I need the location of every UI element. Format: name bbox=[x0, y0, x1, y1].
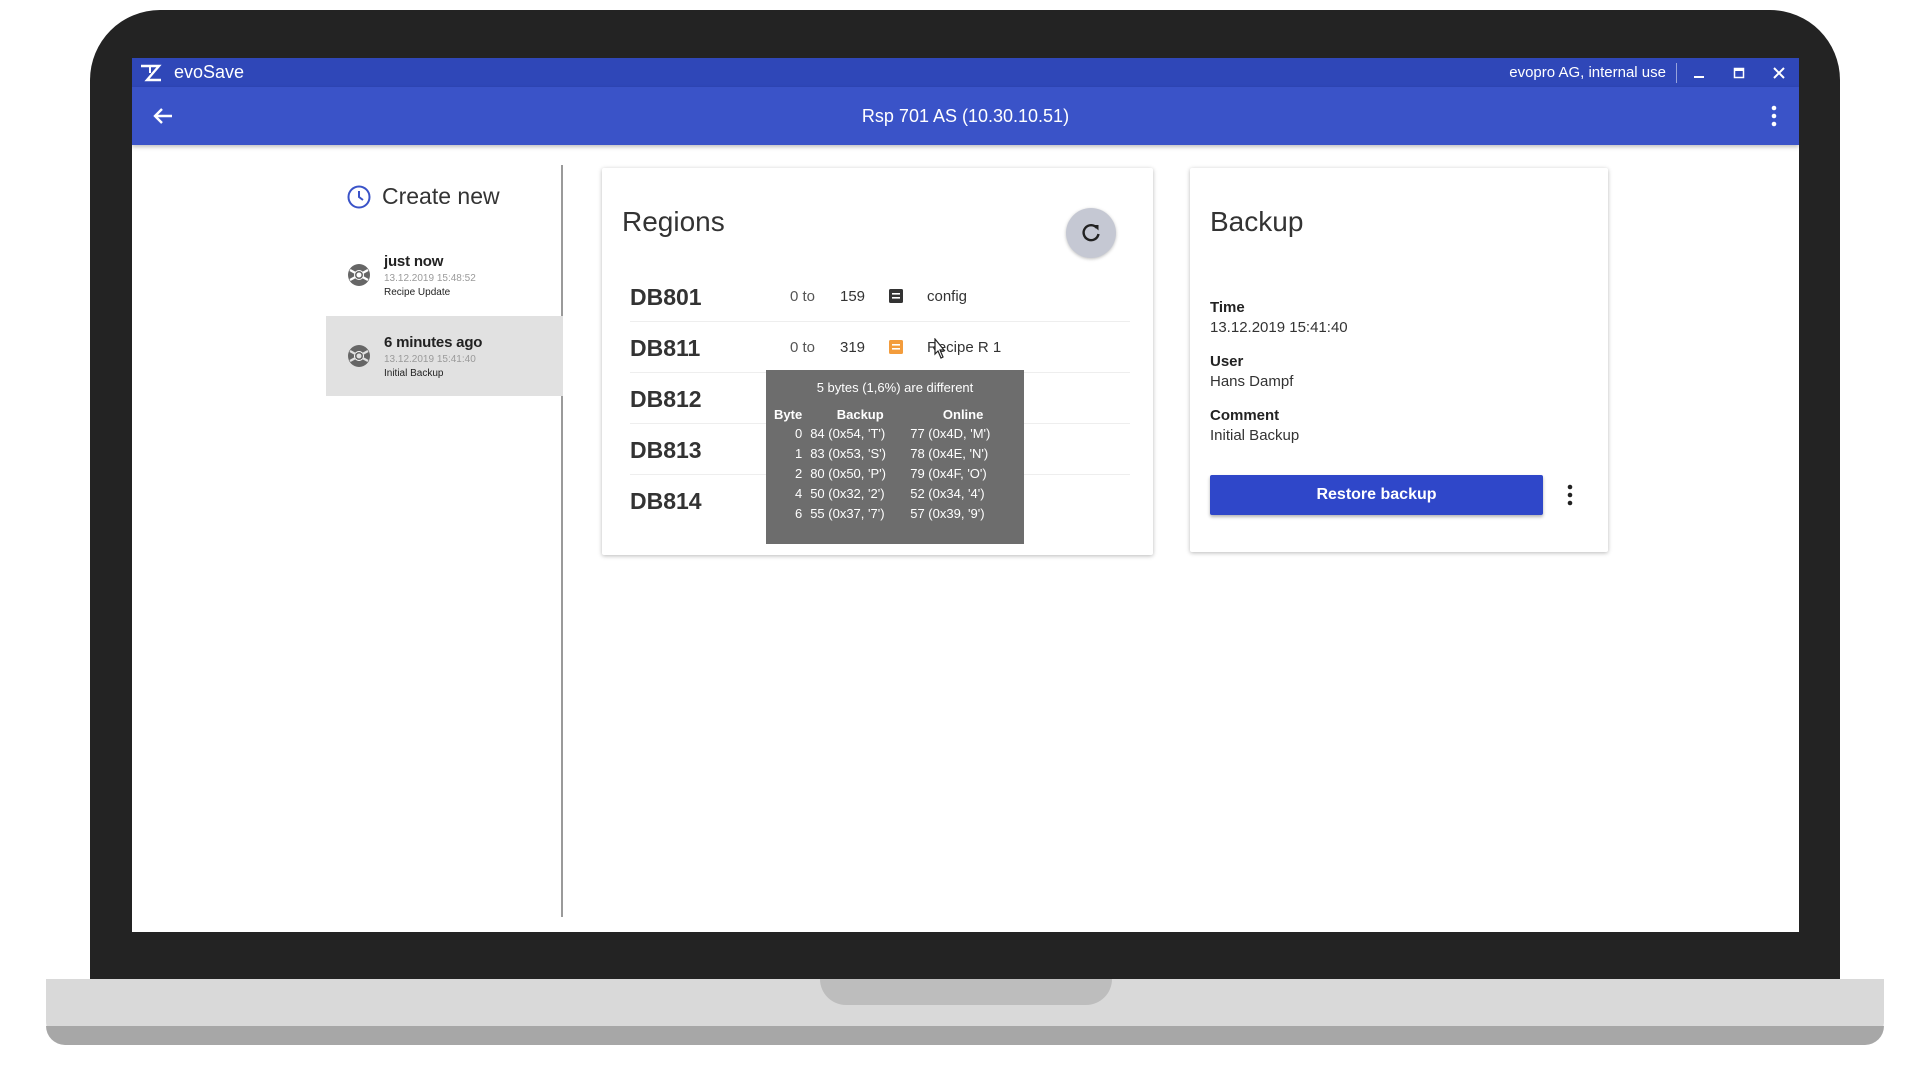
comment-value: Initial Backup bbox=[1210, 427, 1300, 444]
tooltip-header-byte: Byte bbox=[774, 407, 803, 422]
tooltip-header-online: Online bbox=[942, 407, 984, 422]
online-cell: 77 (0x4D, 'M') bbox=[910, 426, 991, 441]
online-cell: 52 (0x34, '4') bbox=[910, 486, 985, 501]
table-row: 6 55 (0x37, '7') 57 (0x39, '9') bbox=[774, 504, 1016, 524]
user-value: Hans Dampf bbox=[1210, 373, 1294, 390]
warning-document-icon[interactable] bbox=[888, 339, 904, 355]
byte-cell: 6 bbox=[794, 506, 803, 521]
tooltip-title: 5 bytes (1,6%) are different bbox=[816, 380, 974, 395]
laptop-notch bbox=[820, 979, 1112, 1005]
history-item-time: 13.12.2019 15:48:52 bbox=[384, 272, 476, 284]
table-row: 2 80 (0x50, 'P') 79 (0x4F, 'O') bbox=[774, 464, 1016, 484]
mouse-pointer-icon bbox=[934, 338, 946, 359]
history-item-desc: Recipe Update bbox=[384, 286, 451, 298]
close-window-button[interactable] bbox=[1759, 58, 1799, 87]
region-row-db801[interactable]: DB801 0 to 159 config bbox=[630, 270, 1130, 322]
table-row: 4 50 (0x32, '2') 52 (0x34, '4') bbox=[774, 484, 1016, 504]
comment-label: Comment bbox=[1210, 407, 1280, 424]
titlebar-separator bbox=[1676, 62, 1677, 83]
time-value: 13.12.2019 15:41:40 bbox=[1210, 319, 1348, 336]
region-from: 0 to bbox=[790, 339, 816, 356]
byte-cell: 2 bbox=[794, 466, 803, 481]
table-row: 1 83 (0x53, 'S') 78 (0x4E, 'N') bbox=[774, 444, 1016, 464]
backup-cell: 80 (0x50, 'P') bbox=[810, 466, 886, 481]
region-from: 0 to bbox=[790, 288, 816, 305]
region-name: DB813 bbox=[630, 437, 702, 463]
byte-cell: 1 bbox=[794, 446, 803, 461]
maximize-icon bbox=[1733, 67, 1745, 78]
refresh-icon bbox=[1082, 223, 1100, 242]
lifebuoy-icon bbox=[348, 264, 370, 286]
refresh-button[interactable] bbox=[1066, 208, 1116, 258]
history-item-just-now[interactable]: just now 13.12.2019 15:48:52 Recipe Upda… bbox=[326, 235, 563, 315]
region-to: 319 bbox=[840, 339, 866, 356]
byte-diff-table: Byte Backup Online 0 84 (0x54, 'T') 77 (… bbox=[774, 407, 1016, 524]
backup-cell: 55 (0x37, '7') bbox=[810, 506, 885, 521]
lifebuoy-icon bbox=[348, 345, 370, 367]
history-item-title: just now bbox=[384, 252, 444, 270]
minimize-button[interactable] bbox=[1679, 58, 1719, 87]
close-icon bbox=[1773, 66, 1785, 79]
region-label: config bbox=[927, 288, 968, 305]
byte-diff-tooltip: 5 bytes (1,6%) are different Byte Backup… bbox=[766, 370, 1024, 544]
device-title: Rsp 701 AS (10.30.10.51) bbox=[861, 105, 1070, 126]
user-label: User bbox=[1210, 353, 1244, 370]
backup-cell: 83 (0x53, 'S') bbox=[810, 446, 886, 461]
minimize-icon bbox=[1694, 75, 1704, 78]
document-icon bbox=[889, 289, 903, 303]
maximize-button[interactable] bbox=[1719, 58, 1759, 87]
history-item-time: 13.12.2019 15:41:40 bbox=[384, 353, 476, 365]
app-screen: evoSave evopro AG, internal use Rsp 701 … bbox=[132, 58, 1799, 932]
backup-cell: 50 (0x32, '2') bbox=[810, 486, 885, 501]
time-label: Time bbox=[1210, 299, 1245, 316]
online-cell: 57 (0x39, '9') bbox=[910, 506, 985, 521]
online-cell: 79 (0x4F, 'O') bbox=[910, 466, 987, 481]
backup-more-button[interactable] bbox=[1560, 480, 1580, 510]
app-name: evoSave bbox=[174, 62, 245, 82]
app-bar: Rsp 701 AS (10.30.10.51) bbox=[132, 87, 1799, 145]
more-vertical-icon bbox=[1567, 484, 1573, 506]
company-label: evopro AG, internal use bbox=[1509, 64, 1666, 81]
backup-cell: 84 (0x54, 'T') bbox=[810, 426, 886, 441]
byte-cell: 4 bbox=[794, 486, 803, 501]
create-new-label: Create new bbox=[382, 183, 500, 209]
regions-title: Regions bbox=[622, 206, 725, 237]
restore-backup-button[interactable]: Restore backup bbox=[1210, 475, 1543, 515]
region-name: DB801 bbox=[630, 284, 702, 310]
evosave-logo-icon bbox=[138, 62, 164, 84]
table-row: 0 84 (0x54, 'T') 77 (0x4D, 'M') bbox=[774, 424, 1016, 444]
create-new-button[interactable]: Create new bbox=[346, 183, 500, 210]
byte-cell: 0 bbox=[794, 426, 803, 441]
history-item-desc: Initial Backup bbox=[384, 367, 444, 379]
tooltip-header-backup: Backup bbox=[836, 407, 884, 422]
clock-icon bbox=[347, 185, 371, 208]
region-name: DB812 bbox=[630, 386, 702, 412]
backup-card: Backup Time 13.12.2019 15:41:40 User Han… bbox=[1190, 168, 1608, 552]
history-item-6-minutes-ago[interactable]: 6 minutes ago 13.12.2019 15:41:40 Initia… bbox=[326, 316, 563, 396]
region-to: 159 bbox=[840, 288, 866, 305]
online-cell: 78 (0x4E, 'N') bbox=[910, 446, 989, 461]
region-row-db811[interactable]: DB811 0 to 319 Recipe R 1 bbox=[630, 321, 1130, 373]
more-vertical-icon bbox=[1771, 105, 1777, 127]
backup-title: Backup bbox=[1210, 206, 1304, 237]
region-name: DB814 bbox=[630, 488, 702, 514]
window-titlebar: evoSave evopro AG, internal use bbox=[132, 58, 1799, 87]
backup-history-sidebar: Create new just now 13.12.2019 15:48:52 … bbox=[326, 165, 563, 917]
appbar-more-button[interactable] bbox=[1759, 101, 1789, 131]
history-item-title: 6 minutes ago bbox=[384, 333, 483, 351]
laptop-base-shadow bbox=[46, 1026, 1884, 1045]
region-name: DB811 bbox=[630, 335, 701, 361]
